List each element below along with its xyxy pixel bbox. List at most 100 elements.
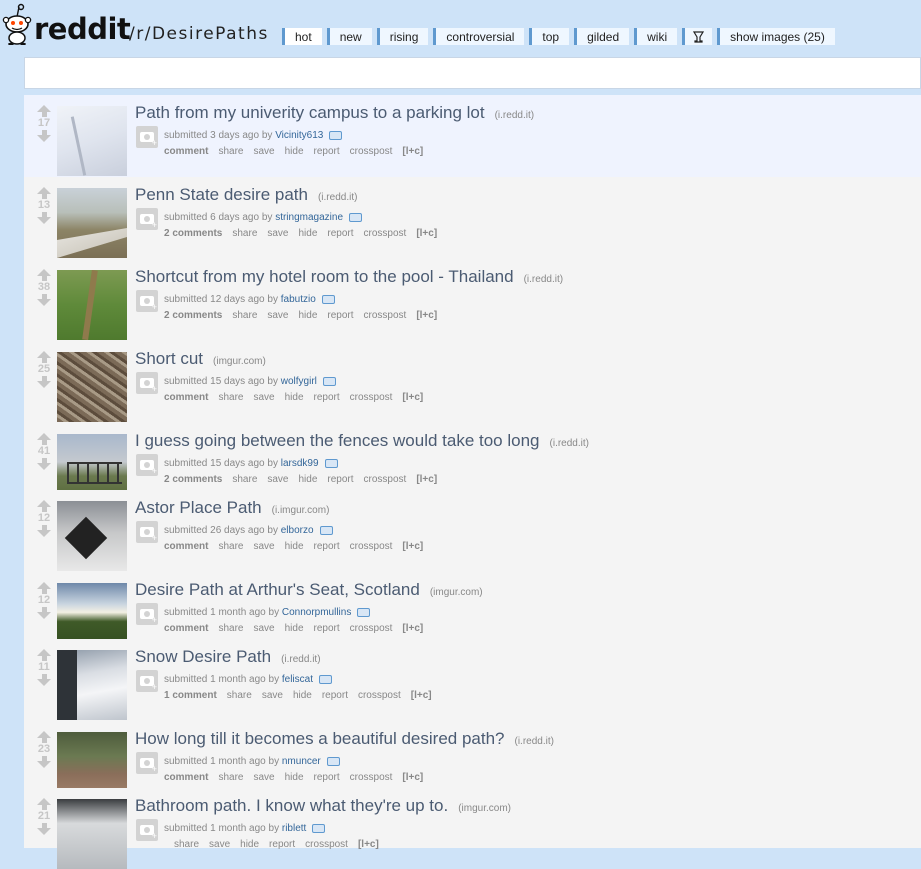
post-domain[interactable]: (imgur.com)	[458, 803, 511, 814]
post-thumbnail[interactable]	[57, 352, 127, 422]
save-button[interactable]: save	[253, 145, 274, 158]
hide-button[interactable]: hide	[285, 771, 304, 784]
rank-link[interactable]: [l+c]	[402, 540, 423, 553]
hide-button[interactable]: hide	[293, 689, 312, 702]
report-button[interactable]: report	[314, 771, 340, 784]
save-button[interactable]: save	[253, 622, 274, 635]
downvote-arrow-icon[interactable]	[35, 525, 53, 537]
hide-button[interactable]: hide	[285, 622, 304, 635]
user-tag-icon[interactable]	[349, 212, 362, 222]
user-tag-icon[interactable]	[322, 376, 336, 386]
rank-link[interactable]: [l+c]	[416, 309, 437, 322]
downvote-arrow-icon[interactable]	[35, 130, 53, 142]
hide-button[interactable]: hide	[299, 227, 318, 240]
user-tag-icon[interactable]	[329, 130, 343, 140]
reddit-alien-logo-icon[interactable]	[2, 3, 32, 45]
downvote-arrow-icon[interactable]	[35, 294, 53, 306]
expando-image-icon[interactable]: +	[136, 454, 158, 476]
comments-link[interactable]: comment	[164, 391, 208, 404]
author-link[interactable]: stringmagazine	[275, 212, 343, 223]
upvote-arrow-icon[interactable]	[35, 351, 53, 363]
crosspost-button[interactable]: crosspost	[350, 622, 393, 635]
share-button[interactable]: share	[174, 838, 199, 851]
post-title-link[interactable]: Shortcut from my hotel room to the pool …	[135, 267, 514, 286]
save-button[interactable]: save	[209, 838, 230, 851]
report-button[interactable]: report	[314, 145, 340, 158]
post-title-link[interactable]: Snow Desire Path	[135, 647, 271, 666]
report-button[interactable]: report	[327, 473, 353, 486]
author-link[interactable]: fabutzio	[281, 294, 316, 305]
upvote-arrow-icon[interactable]	[35, 500, 53, 512]
tab-gilded[interactable]: gilded	[574, 28, 630, 45]
report-button[interactable]: report	[314, 540, 340, 553]
user-tag-icon[interactable]	[357, 607, 371, 617]
post-title-link[interactable]: Penn State desire path	[135, 185, 308, 204]
report-button[interactable]: report	[327, 227, 353, 240]
post-domain[interactable]: (i.redd.it)	[495, 110, 534, 121]
downvote-arrow-icon[interactable]	[35, 458, 53, 470]
hide-button[interactable]: hide	[299, 309, 318, 322]
user-tag-icon[interactable]	[324, 458, 338, 468]
expando-image-icon[interactable]: +	[136, 521, 158, 543]
crosspost-button[interactable]: crosspost	[350, 391, 393, 404]
post-thumbnail[interactable]	[57, 650, 127, 720]
hide-button[interactable]: hide	[285, 145, 304, 158]
save-button[interactable]: save	[253, 540, 274, 553]
share-button[interactable]: share	[218, 391, 243, 404]
author-link[interactable]: nmuncer	[282, 756, 321, 767]
post-thumbnail[interactable]	[57, 270, 127, 340]
comments-link[interactable]: 2 comments	[164, 473, 222, 486]
save-button[interactable]: save	[267, 473, 288, 486]
expando-image-icon[interactable]: +	[136, 752, 158, 774]
crosspost-button[interactable]: crosspost	[364, 309, 407, 322]
user-tag-icon[interactable]	[318, 674, 332, 684]
user-tag-icon[interactable]	[326, 756, 340, 766]
share-button[interactable]: share	[218, 145, 243, 158]
post-thumbnail[interactable]	[57, 799, 127, 869]
rank-link[interactable]: [l+c]	[402, 391, 423, 404]
share-button[interactable]: share	[218, 771, 243, 784]
comments-link[interactable]: comment	[164, 622, 208, 635]
post-domain[interactable]: (imgur.com)	[430, 587, 483, 598]
expando-image-icon[interactable]: +	[136, 372, 158, 394]
tab-controversial[interactable]: controversial	[433, 28, 525, 45]
share-button[interactable]: share	[232, 227, 257, 240]
tab-hot[interactable]: hot	[282, 28, 322, 45]
comments-link[interactable]: 2 comments	[164, 227, 222, 240]
rank-link[interactable]: [l+c]	[358, 838, 379, 851]
expando-image-icon[interactable]: +	[136, 208, 158, 230]
crosspost-button[interactable]: crosspost	[364, 473, 407, 486]
crosspost-button[interactable]: crosspost	[350, 540, 393, 553]
rank-link[interactable]: [l+c]	[416, 227, 437, 240]
post-title-link[interactable]: I guess going between the fences would t…	[135, 431, 540, 450]
rank-link[interactable]: [l+c]	[416, 473, 437, 486]
expando-image-icon[interactable]: +	[136, 603, 158, 625]
comments-link[interactable]: 2 comments	[164, 309, 222, 322]
share-button[interactable]: share	[232, 473, 257, 486]
post-domain[interactable]: (i.redd.it)	[281, 654, 320, 665]
share-button[interactable]: share	[218, 540, 243, 553]
upvote-arrow-icon[interactable]	[35, 269, 53, 281]
expando-image-icon[interactable]: +	[136, 290, 158, 312]
share-button[interactable]: share	[218, 622, 243, 635]
post-thumbnail[interactable]	[57, 188, 127, 258]
share-button[interactable]: share	[227, 689, 252, 702]
subreddit-name[interactable]: /r/DesirePaths	[129, 23, 269, 45]
post-domain[interactable]: (i.redd.it)	[318, 192, 357, 203]
share-button[interactable]: share	[232, 309, 257, 322]
post-domain[interactable]: (i.redd.it)	[515, 736, 554, 747]
comments-link[interactable]: comment	[164, 145, 208, 158]
author-link[interactable]: wolfygirl	[281, 376, 317, 387]
user-tag-icon[interactable]	[319, 525, 333, 535]
post-title-link[interactable]: Bathroom path. I know what they're up to…	[135, 796, 448, 815]
author-link[interactable]: Vicinity613	[275, 130, 323, 141]
post-title-link[interactable]: How long till it becomes a beautiful des…	[135, 729, 505, 748]
crosspost-button[interactable]: crosspost	[364, 227, 407, 240]
tab-show-images[interactable]: show images (25)	[717, 28, 835, 45]
upvote-arrow-icon[interactable]	[35, 731, 53, 743]
downvote-arrow-icon[interactable]	[35, 674, 53, 686]
upvote-arrow-icon[interactable]	[35, 582, 53, 594]
downvote-arrow-icon[interactable]	[35, 756, 53, 768]
report-button[interactable]: report	[322, 689, 348, 702]
comments-link[interactable]: comment	[164, 771, 208, 784]
